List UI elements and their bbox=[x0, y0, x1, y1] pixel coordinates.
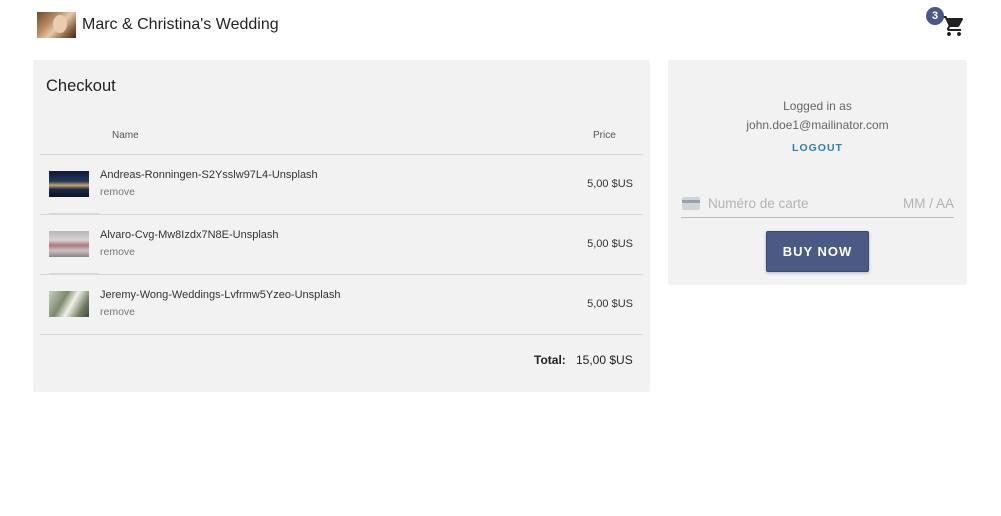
buy-now-button[interactable]: BUY NOW bbox=[766, 231, 869, 272]
user-email: john.doe1@mailinator.com bbox=[746, 118, 889, 132]
couple-avatar bbox=[37, 12, 76, 38]
remove-item-link[interactable]: remove bbox=[100, 186, 135, 198]
total-value: 15,00 $US bbox=[576, 353, 633, 367]
logout-button[interactable]: LOGOUT bbox=[668, 142, 967, 154]
item-thumbnail bbox=[49, 171, 89, 197]
column-header-name: Name bbox=[112, 130, 139, 141]
cart-item-row: Jeremy-Wong-Weddings-Lvfrmw5Yzeo-Unsplas… bbox=[40, 274, 643, 334]
cart-item-row: Alvaro-Cvg-Mw8Izdx7N8E-Unsplash remove 5… bbox=[40, 214, 643, 274]
item-thumbnail bbox=[49, 291, 89, 317]
cart-item-row: Andreas-Ronningen-S2Ysslw97L4-Unsplash r… bbox=[40, 154, 643, 214]
item-price: 5,00 $US bbox=[587, 298, 633, 310]
remove-item-link[interactable]: remove bbox=[100, 246, 135, 258]
divider bbox=[40, 334, 643, 335]
card-expiry-input[interactable] bbox=[881, 193, 954, 213]
checkout-title: Checkout bbox=[46, 77, 116, 95]
remove-item-link[interactable]: remove bbox=[100, 306, 135, 318]
item-name: Jeremy-Wong-Weddings-Lvfrmw5Yzeo-Unsplas… bbox=[100, 289, 341, 301]
card-payment-field bbox=[681, 187, 954, 218]
card-number-input[interactable] bbox=[708, 193, 878, 213]
item-name: Alvaro-Cvg-Mw8Izdx7N8E-Unsplash bbox=[100, 229, 279, 241]
checkout-panel: Checkout Name Price Andreas-Ronningen-S2… bbox=[33, 60, 650, 392]
account-panel: Logged in as john.doe1@mailinator.com LO… bbox=[668, 60, 967, 285]
total-label: Total: bbox=[534, 353, 566, 367]
site-title: Marc & Christina's Wedding bbox=[82, 16, 279, 33]
credit-card-icon bbox=[682, 197, 700, 210]
item-thumbnail bbox=[49, 231, 89, 257]
logged-in-label: Logged in as bbox=[783, 99, 852, 113]
item-name: Andreas-Ronningen-S2Ysslw97L4-Unsplash bbox=[100, 169, 318, 181]
cart-count-badge: 3 bbox=[926, 7, 944, 25]
item-price: 5,00 $US bbox=[587, 238, 633, 250]
cart-icon[interactable] bbox=[942, 14, 966, 38]
item-price: 5,00 $US bbox=[587, 178, 633, 190]
column-header-price: Price bbox=[593, 130, 616, 141]
top-bar: Marc & Christina's Wedding 3 bbox=[0, 0, 1001, 50]
